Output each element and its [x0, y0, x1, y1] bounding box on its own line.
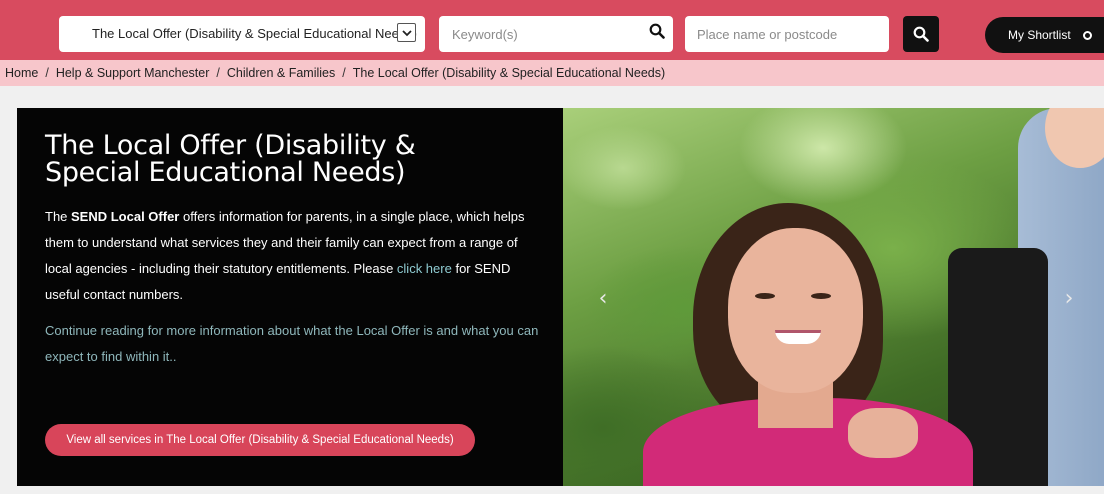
- hero-eye-shape: [755, 293, 775, 299]
- hero-image: ‹ ›: [563, 108, 1104, 486]
- continue-reading-text: Continue reading for more information ab…: [45, 323, 539, 364]
- keyword-field: [439, 16, 673, 52]
- breadcrumb-separator: /: [216, 66, 220, 80]
- directory-select[interactable]: The Local Offer (Disability & Special Ed…: [59, 16, 425, 52]
- intro-panel: The Local Offer (Disability & Special Ed…: [17, 108, 563, 486]
- breadcrumb-separator: /: [342, 66, 346, 80]
- breadcrumb-home[interactable]: Home: [5, 66, 38, 80]
- hero-eye-shape: [811, 293, 831, 299]
- intro-paragraph: The SEND Local Offer offers information …: [45, 204, 545, 308]
- hero-face-shape: [728, 228, 863, 393]
- shortlist-circle-icon: [1082, 30, 1092, 40]
- breadcrumb-children-families[interactable]: Children & Families: [227, 66, 335, 80]
- directory-select-value: The Local Offer (Disability & Special Ed…: [92, 26, 417, 41]
- my-shortlist-button[interactable]: My Shortlist: [985, 17, 1104, 53]
- carousel-prev-icon[interactable]: ‹: [593, 284, 613, 314]
- carousel-next-icon[interactable]: ›: [1059, 284, 1079, 314]
- breadcrumb-separator: /: [45, 66, 49, 80]
- chevron-down-icon[interactable]: [397, 23, 416, 42]
- shortlist-label: My Shortlist: [1008, 28, 1071, 42]
- breadcrumb: Home / Help & Support Manchester / Child…: [0, 60, 1104, 86]
- search-icon: [913, 26, 929, 42]
- intro-bold: SEND Local Offer: [71, 209, 180, 224]
- intro-prefix: The: [45, 209, 72, 224]
- keyword-input[interactable]: [439, 16, 639, 52]
- search-icon[interactable]: [646, 20, 668, 42]
- view-all-services-button[interactable]: View all services in The Local Offer (Di…: [45, 424, 475, 456]
- location-field: [685, 16, 889, 52]
- hero-smile-shape: [775, 330, 821, 344]
- hero-hand-shape: [848, 408, 918, 458]
- location-input[interactable]: [685, 16, 889, 52]
- breadcrumb-current: The Local Offer (Disability & Special Ed…: [352, 66, 666, 80]
- breadcrumb-help-support[interactable]: Help & Support Manchester: [56, 66, 210, 80]
- search-button[interactable]: [903, 16, 939, 52]
- page-title: The Local Offer (Disability & Special Ed…: [45, 130, 416, 188]
- contact-numbers-link[interactable]: click here: [397, 261, 452, 276]
